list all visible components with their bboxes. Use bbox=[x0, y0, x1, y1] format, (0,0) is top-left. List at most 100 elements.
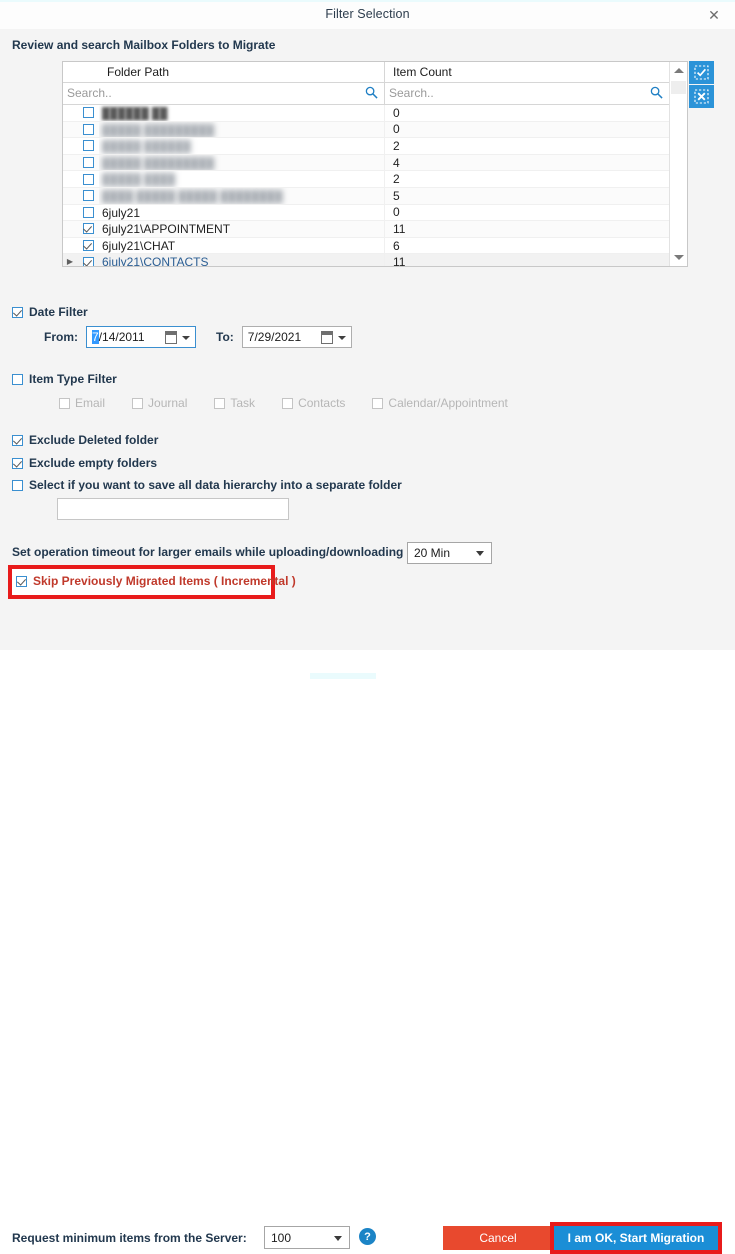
exclude-deleted-folder-checkbox[interactable] bbox=[12, 434, 23, 446]
grid-vertical-scrollbar[interactable] bbox=[669, 62, 687, 266]
item-type-option[interactable]: Contacts bbox=[277, 396, 345, 410]
help-icon[interactable]: ? bbox=[359, 1228, 376, 1245]
incremental-checkbox-row[interactable]: Skip Previously Migrated Items ( Increme… bbox=[16, 574, 296, 588]
table-row[interactable]: ██████ ██ 0 bbox=[63, 105, 669, 122]
table-row[interactable]: █████ █████████ 0 bbox=[63, 121, 669, 139]
search-icon[interactable] bbox=[650, 86, 663, 99]
deselect-all-button[interactable] bbox=[689, 85, 714, 108]
table-row[interactable]: ████ █████ █████ ████████ 5 bbox=[63, 187, 669, 205]
table-row[interactable]: ▶ 6july21\CONTACTS 11 bbox=[63, 254, 669, 266]
timeout-value: 20 Min bbox=[414, 546, 451, 560]
title-bar: Filter Selection ✕ bbox=[0, 0, 735, 29]
separate-folder-checkbox[interactable] bbox=[12, 479, 23, 491]
date-filter-checkbox-row[interactable]: Date Filter bbox=[12, 305, 88, 319]
scrollbar-thumb[interactable] bbox=[671, 81, 686, 94]
item-type-filter-checkbox[interactable] bbox=[12, 373, 23, 385]
item-type-label: Journal bbox=[148, 396, 188, 410]
row-checkbox[interactable] bbox=[82, 256, 94, 266]
scroll-up-icon[interactable] bbox=[670, 62, 687, 79]
row-checkbox[interactable] bbox=[82, 107, 94, 119]
table-row[interactable]: █████ ██████ 2 bbox=[63, 138, 669, 155]
folder-grid: Folder Path Item Count Search.. Search.. bbox=[62, 61, 688, 267]
item-type-option[interactable]: Email bbox=[54, 396, 105, 410]
item-count-cell: 0 bbox=[393, 105, 400, 120]
exclude-empty-folders-checkbox[interactable] bbox=[12, 457, 23, 469]
item-count-cell: 2 bbox=[393, 138, 400, 153]
cancel-button[interactable]: Cancel bbox=[443, 1226, 553, 1250]
search-folder-path-input[interactable]: Search.. bbox=[63, 83, 384, 104]
date-filter-checkbox[interactable] bbox=[12, 306, 23, 318]
item-type-checkbox[interactable] bbox=[132, 397, 144, 409]
row-checkbox[interactable] bbox=[82, 157, 94, 169]
table-row[interactable]: 6july21 0 bbox=[63, 204, 669, 222]
item-type-option[interactable]: Calendar/Appointment bbox=[367, 396, 508, 410]
row-checkbox-cell[interactable] bbox=[77, 190, 99, 202]
item-type-option[interactable]: Journal bbox=[127, 396, 187, 410]
search-item-count-input[interactable]: Search.. bbox=[385, 83, 669, 104]
row-checkbox[interactable] bbox=[82, 190, 94, 202]
calendar-icon[interactable] bbox=[165, 331, 177, 344]
dialog-footer: Request minimum items from the Server: 1… bbox=[0, 621, 735, 1254]
table-row[interactable]: 6july21\APPOINTMENT 11 bbox=[63, 221, 669, 238]
incremental-checkbox[interactable] bbox=[16, 575, 27, 587]
table-row[interactable]: █████ ████ 2 bbox=[63, 171, 669, 188]
item-count-cell: 0 bbox=[393, 122, 400, 137]
separate-folder-name-input[interactable] bbox=[57, 498, 289, 520]
item-type-filter-checkbox-row[interactable]: Item Type Filter bbox=[12, 372, 117, 386]
chevron-down-icon bbox=[334, 1235, 342, 1241]
row-checkbox[interactable] bbox=[82, 206, 94, 218]
row-checkbox[interactable] bbox=[82, 140, 94, 152]
item-type-checkbox[interactable] bbox=[59, 397, 70, 409]
row-checkbox[interactable] bbox=[82, 123, 94, 135]
exclude-deleted-folder-row[interactable]: Exclude Deleted folder bbox=[12, 433, 158, 447]
search-folder-path-cell[interactable]: Search.. bbox=[63, 83, 385, 104]
row-checkbox[interactable] bbox=[82, 173, 94, 185]
column-header-folder-path[interactable]: Folder Path bbox=[63, 62, 385, 82]
row-checkbox[interactable] bbox=[82, 223, 94, 235]
row-checkbox-cell[interactable] bbox=[77, 173, 99, 185]
row-checkbox-cell[interactable] bbox=[77, 223, 99, 235]
chevron-down-icon[interactable] bbox=[337, 336, 346, 340]
start-migration-button[interactable]: I am OK, Start Migration bbox=[554, 1226, 718, 1250]
row-checkbox-cell[interactable] bbox=[77, 256, 99, 266]
row-checkbox-cell[interactable] bbox=[77, 140, 99, 152]
row-checkbox-cell[interactable] bbox=[77, 123, 99, 135]
item-type-checkbox[interactable] bbox=[372, 397, 384, 409]
expand-arrow-icon[interactable]: ▶ bbox=[63, 254, 77, 266]
table-row[interactable]: 6july21\CHAT 6 bbox=[63, 237, 669, 255]
to-date-value: 7/29/2021 bbox=[247, 330, 302, 344]
timeout-select[interactable]: 20 Min bbox=[407, 542, 492, 564]
row-checkbox-cell[interactable] bbox=[77, 206, 99, 218]
calendar-icon[interactable] bbox=[320, 331, 333, 344]
row-checkbox-cell[interactable] bbox=[77, 157, 99, 169]
search-item-count-cell[interactable]: Search.. bbox=[385, 83, 669, 104]
chevron-down-icon[interactable] bbox=[182, 336, 190, 340]
search-icon[interactable] bbox=[365, 86, 378, 99]
grid-rows: ██████ ██ 0 █████ █████████ 0 █████ ██████ 2 █… bbox=[63, 105, 669, 266]
row-checkbox-cell[interactable] bbox=[77, 240, 99, 252]
to-date-input[interactable]: 7/29/2021 bbox=[241, 326, 352, 348]
item-count-cell: 5 bbox=[393, 188, 400, 203]
item-count-cell: 0 bbox=[393, 205, 400, 220]
from-date-selected-part: 7 bbox=[92, 330, 99, 344]
separate-folder-row[interactable]: Select if you want to save all data hier… bbox=[12, 478, 402, 492]
item-type-checkbox[interactable] bbox=[282, 397, 294, 409]
item-count-cell: 6 bbox=[393, 238, 400, 253]
select-all-button[interactable] bbox=[689, 61, 714, 84]
item-type-option[interactable]: Task bbox=[209, 396, 255, 410]
check-box-icon bbox=[694, 65, 709, 80]
exclude-empty-folders-label: Exclude empty folders bbox=[29, 456, 158, 470]
exclude-empty-folders-row[interactable]: Exclude empty folders bbox=[12, 456, 157, 470]
close-icon[interactable]: ✕ bbox=[701, 5, 727, 25]
request-minimum-items-select[interactable]: 100 bbox=[264, 1226, 350, 1249]
item-count-cell: 4 bbox=[393, 155, 400, 170]
item-type-checkbox[interactable] bbox=[214, 397, 226, 409]
table-row[interactable]: █████ █████████ 4 bbox=[63, 154, 669, 172]
scroll-down-icon[interactable] bbox=[670, 249, 687, 266]
folder-path-cell: █████ █████████ bbox=[99, 154, 385, 171]
timeout-label: Set operation timeout for larger emails … bbox=[12, 545, 404, 559]
column-header-item-count[interactable]: Item Count bbox=[385, 62, 669, 82]
from-date-input[interactable]: 7/14/2011 bbox=[86, 326, 196, 348]
row-checkbox[interactable] bbox=[82, 240, 94, 252]
row-checkbox-cell[interactable] bbox=[77, 107, 99, 119]
